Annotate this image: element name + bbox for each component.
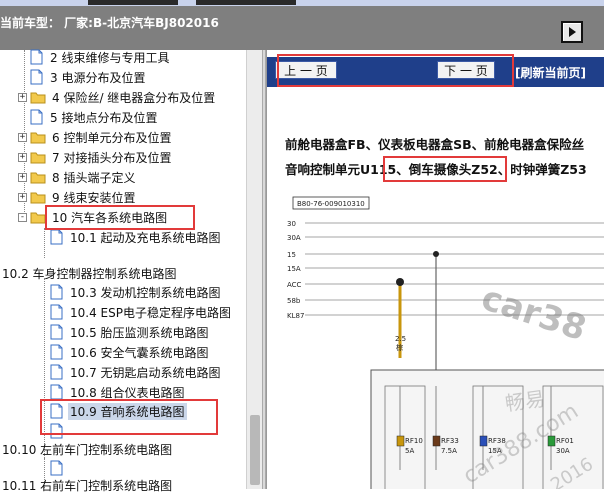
folder-icon [30, 92, 46, 103]
tree-item-label: 8 插头端子定义 [52, 170, 136, 185]
panel-toggle-button[interactable] [561, 21, 583, 43]
tree-item-label: 2 线束维修与专用工具 [50, 50, 170, 65]
document-icon [50, 229, 63, 245]
tree-item[interactable]: 10.10 左前车门控制系统电路图 [0, 440, 174, 458]
highlight-box [277, 54, 514, 87]
wire-junction [433, 251, 439, 257]
tree-item[interactable]: 10.4 ESP电子稳定程序电路图 [50, 303, 233, 321]
tree-item[interactable]: 8 插头端子定义 [30, 168, 137, 186]
toolbar-fragment [196, 0, 296, 5]
fuse-rating: 7.5A [441, 447, 457, 455]
fuse-rating: 30A [556, 447, 570, 455]
tree-item-label: 7 对接插头分布及位置 [52, 150, 172, 165]
fuse-symbol [432, 435, 441, 447]
fuse-name: RF10 [405, 437, 423, 445]
fuse-symbol [396, 435, 405, 447]
tree-item-label: 10.10 左前车门控制系统电路图 [2, 442, 173, 457]
document-icon [50, 344, 63, 360]
tree-item-label: 6 控制单元分布及位置 [52, 130, 172, 145]
folder-icon [30, 152, 46, 163]
tree-item-label: 3 电源分布及位置 [50, 70, 146, 85]
folder-icon [30, 132, 46, 143]
tree-item[interactable]: 10.1 起动及充电系统电路图 [50, 228, 223, 246]
expand-icon[interactable]: + [18, 173, 27, 182]
wire-color-label: 棕 [396, 343, 403, 352]
tree-guide-line [44, 228, 45, 258]
highlight-box [40, 399, 218, 435]
rail-label: 30A [287, 234, 301, 242]
document-icon [50, 460, 63, 476]
expand-icon[interactable]: + [18, 193, 27, 202]
fuse-name: RF33 [441, 437, 459, 445]
document-icon [30, 109, 43, 125]
header-bar: 当前车型： 厂家:B-北京汽车BJ802016 [0, 6, 604, 50]
document-icon [50, 384, 63, 400]
highlight-box [45, 205, 195, 230]
watermark: 畅易 [503, 386, 547, 416]
wire-gauge-label: 2.5 [395, 335, 406, 343]
document-viewer: 上 一 页 下 一 页 [刷新当前页] 前舱电器盒FB、仪表板电器盒SB、前舱电… [266, 50, 604, 489]
rail-label: KL87 [287, 312, 304, 320]
tree-item-label: 10.7 无钥匙启动系统电路图 [70, 365, 221, 380]
tree-item[interactable]: 10.7 无钥匙启动系统电路图 [50, 363, 223, 381]
toolbar-fragment [88, 0, 178, 5]
tree-item-label: 5 接地点分布及位置 [50, 110, 158, 125]
highlight-box [383, 156, 507, 182]
tree-item[interactable]: 10.2 车身控制器控制系统电路图 [0, 264, 179, 282]
tree-item[interactable]: 10.5 胎压监测系统电路图 [50, 323, 211, 341]
tree-item-label: 10.2 车身控制器控制系统电路图 [2, 266, 177, 281]
tree-item-label: 10.6 安全气囊系统电路图 [70, 345, 209, 360]
tree-item[interactable]: 10.11 右前车门控制系统电路图 [0, 476, 174, 494]
document-icon [50, 324, 63, 340]
folder-icon [30, 172, 46, 183]
tree-item[interactable]: 5 接地点分布及位置 [30, 108, 159, 126]
tree-item-label: 10.8 组合仪表电路图 [70, 385, 185, 400]
tree-item-label: 10.4 ESP电子稳定程序电路图 [70, 305, 231, 320]
tree-item[interactable]: 2 线束维修与专用工具 [30, 48, 171, 66]
folder-icon [30, 212, 46, 223]
tree-item-label: 10.11 右前车门控制系统电路图 [2, 478, 173, 493]
fuse-symbol [479, 435, 488, 447]
tree-item-label: 4 保险丝/ 继电器盒分布及位置 [52, 90, 216, 105]
tree-item[interactable]: 3 电源分布及位置 [30, 68, 147, 86]
fuse-name: RF01 [556, 437, 574, 445]
rail-label: 58b [287, 297, 301, 305]
tree-item-label: 10.5 胎压监测系统电路图 [70, 325, 209, 340]
rail-label: 30 [287, 220, 296, 228]
tree-item[interactable]: 7 对接插头分布及位置 [30, 148, 173, 166]
arrow-right-icon [568, 27, 576, 37]
rail-label: 15 [287, 251, 296, 259]
tree-item[interactable]: 6 控制单元分布及位置 [30, 128, 173, 146]
tree-item-label: 10.1 起动及充电系统电路图 [70, 230, 221, 245]
document-icon [50, 284, 63, 300]
current-model-title: 当前车型： 厂家:B-北京汽车BJ802016 [0, 16, 219, 30]
tree-item-label: 10.3 发动机控制系统电路图 [70, 285, 221, 300]
tree-item[interactable]: 9 线束安装位置 [30, 188, 137, 206]
expand-icon[interactable]: + [18, 93, 27, 102]
document-icon [50, 304, 63, 320]
document-icon [30, 69, 43, 85]
fuse-rating: 5A [405, 447, 414, 455]
tree-scrollbar[interactable] [246, 50, 262, 489]
rail-label: 15A [287, 265, 301, 273]
folder-icon [30, 192, 46, 203]
document-icon [50, 364, 63, 380]
diagram-id-text: B80-76-009010310 [297, 200, 365, 208]
wire-junction [396, 278, 404, 286]
expand-icon[interactable]: + [18, 133, 27, 142]
expand-icon[interactable]: + [18, 153, 27, 162]
tree-scrollbar-thumb[interactable] [250, 415, 260, 485]
tree-item[interactable]: 10.6 安全气囊系统电路图 [50, 343, 211, 361]
rail-label: ACC [287, 281, 302, 289]
tree-item[interactable] [50, 459, 68, 477]
tree-item-label: 9 线束安装位置 [52, 190, 136, 205]
tree-item[interactable]: 4 保险丝/ 继电器盒分布及位置 [30, 88, 217, 106]
tree-item[interactable]: 10.3 发动机控制系统电路图 [50, 283, 223, 301]
document-icon [30, 49, 43, 65]
collapse-icon[interactable]: - [18, 213, 27, 222]
